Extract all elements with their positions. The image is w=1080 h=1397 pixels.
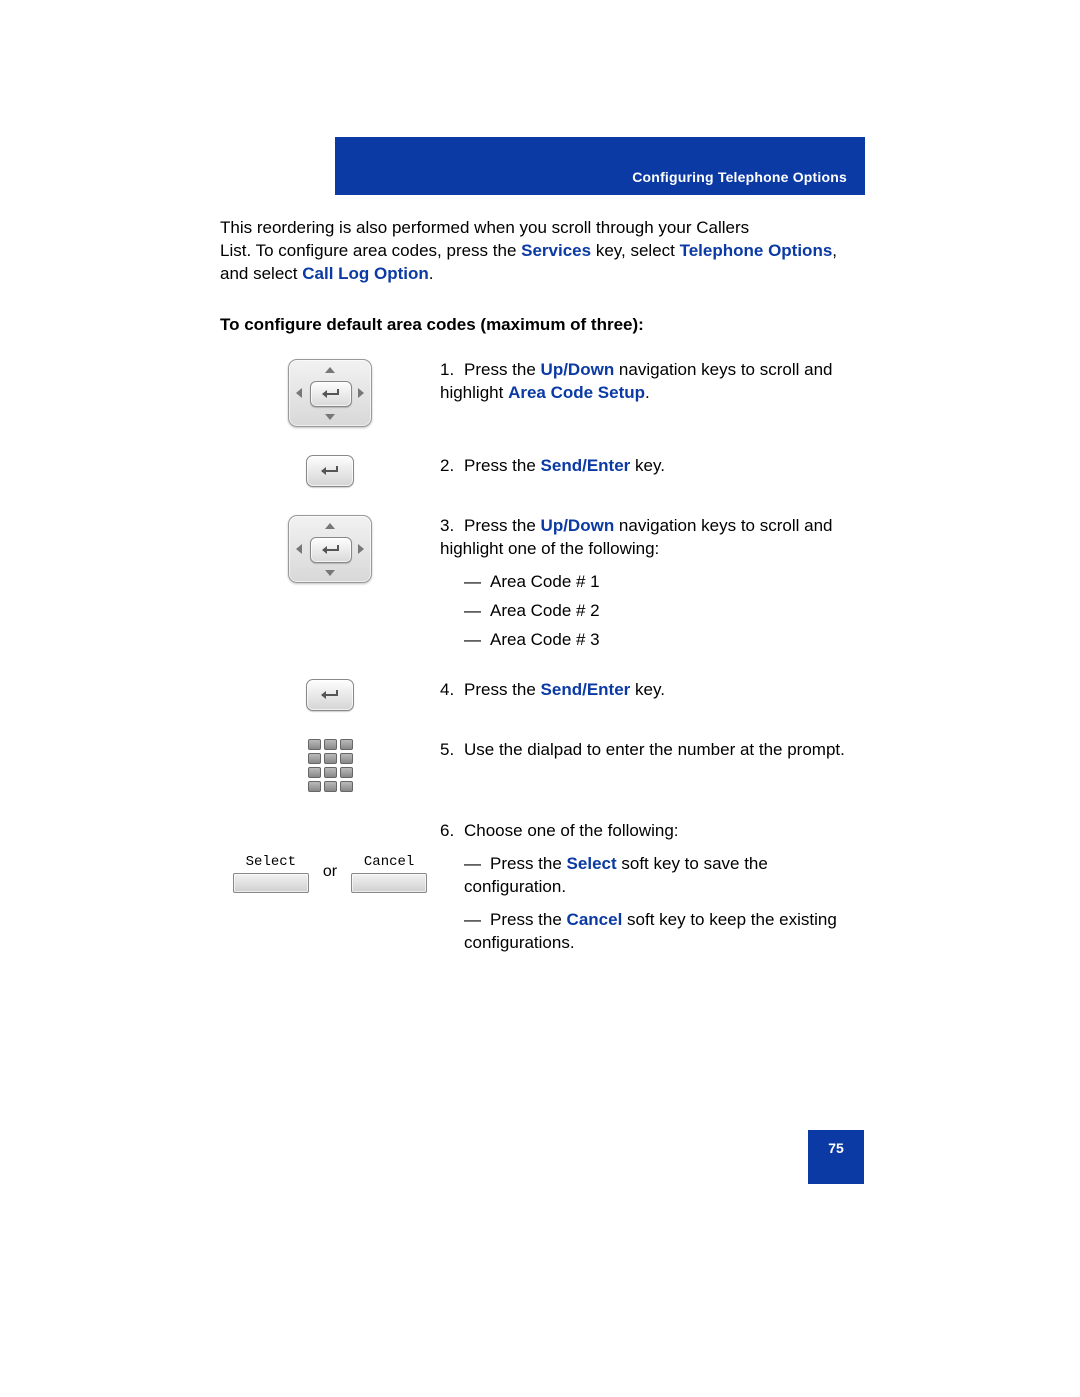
step-1-text: 1.Press the Up/Down navigation keys to s…	[440, 359, 860, 405]
up-down-label: Up/Down	[541, 360, 615, 379]
step-4-text: 4.Press the Send/Enter key.	[440, 679, 860, 702]
step-text: Press the	[464, 516, 541, 535]
step-text: Use the dialpad to enter the number at t…	[464, 740, 845, 759]
step-4-icon-col	[220, 679, 440, 711]
or-text: or	[323, 863, 337, 885]
dialpad-icon	[308, 739, 353, 792]
step-number: 4.	[440, 679, 464, 702]
intro-text: List. To configure area codes, press the	[220, 241, 521, 260]
select-label: Select	[567, 854, 617, 873]
call-log-option-label: Call Log Option	[302, 264, 429, 283]
step-6-icon-col: Select or Cancel	[220, 854, 440, 893]
softkey-label: Select	[246, 854, 296, 870]
send-enter-label: Send/Enter	[541, 456, 631, 475]
step-number: 1.	[440, 359, 464, 382]
softkeys-icon: Select or Cancel	[233, 854, 427, 893]
nav-pad-icon	[288, 515, 372, 583]
step-text: .	[645, 383, 650, 402]
cancel-label: Cancel	[567, 910, 623, 929]
step-5-row: 5.Use the dialpad to enter the number at…	[220, 739, 860, 792]
services-key-label: Services	[521, 241, 591, 260]
send-enter-label: Send/Enter	[541, 680, 631, 699]
step-text: key.	[630, 680, 665, 699]
document-page: Configuring Telephone Options This reord…	[0, 0, 1080, 1397]
cancel-softkey-icon: Cancel	[351, 854, 427, 893]
step-1-row: 1.Press the Up/Down navigation keys to s…	[220, 359, 860, 427]
step-3-text: 3.Press the Up/Down navigation keys to s…	[440, 515, 860, 652]
list-item: —Area Code # 2	[440, 600, 860, 623]
option-text: Area Code # 2	[490, 601, 600, 620]
step-6-row: Select or Cancel 6.Choose one of the fol…	[220, 820, 860, 955]
step-text: Press the	[464, 456, 541, 475]
list-item: —Area Code # 1	[440, 571, 860, 594]
step-number: 6.	[440, 820, 464, 843]
step-3-icon-col	[220, 515, 440, 583]
steps-container: 1.Press the Up/Down navigation keys to s…	[220, 359, 860, 955]
step-1-icon-col	[220, 359, 440, 427]
step-text: Press the	[464, 360, 541, 379]
list-item: —Area Code # 3	[440, 629, 860, 652]
option-text: Area Code # 1	[490, 572, 600, 591]
step-number: 3.	[440, 515, 464, 538]
header-title: Configuring Telephone Options	[632, 169, 847, 185]
option-text: Area Code # 3	[490, 630, 600, 649]
intro-paragraph: This reordering is also performed when y…	[220, 217, 860, 286]
select-softkey-icon: Select	[233, 854, 309, 893]
list-item: —Press the Select soft key to save the c…	[440, 853, 860, 899]
section-heading: To configure default area codes (maximum…	[220, 314, 860, 337]
step-text: Press the	[490, 910, 567, 929]
content-area: This reordering is also performed when y…	[220, 217, 860, 955]
step-2-row: 2.Press the Send/Enter key.	[220, 455, 860, 487]
intro-text: key, select	[591, 241, 680, 260]
step-4-row: 4.Press the Send/Enter key.	[220, 679, 860, 711]
up-down-label: Up/Down	[541, 516, 615, 535]
step-2-icon-col	[220, 455, 440, 487]
page-number-band: 75	[808, 1130, 864, 1184]
intro-text: .	[429, 264, 434, 283]
step-text: Choose one of the following:	[464, 821, 679, 840]
list-item: —Press the Cancel soft key to keep the e…	[440, 909, 860, 955]
step-text: Press the	[464, 680, 541, 699]
step-text: key.	[630, 456, 665, 475]
step-number: 2.	[440, 455, 464, 478]
step-3-row: 3.Press the Up/Down navigation keys to s…	[220, 515, 860, 652]
nav-pad-icon	[288, 359, 372, 427]
softkey-label: Cancel	[364, 854, 414, 870]
page-number: 75	[828, 1140, 844, 1156]
intro-text: This reordering is also performed when y…	[220, 218, 749, 237]
telephone-options-label: Telephone Options	[680, 241, 833, 260]
step-text: Press the	[490, 854, 567, 873]
step-2-text: 2.Press the Send/Enter key.	[440, 455, 860, 478]
area-code-setup-label: Area Code Setup	[508, 383, 645, 402]
step-6-text: 6.Choose one of the following: —Press th…	[440, 820, 860, 955]
step-5-text: 5.Use the dialpad to enter the number at…	[440, 739, 860, 762]
header-band: Configuring Telephone Options	[335, 137, 865, 195]
step-5-icon-col	[220, 739, 440, 792]
enter-button-icon	[306, 455, 354, 487]
enter-button-icon	[306, 679, 354, 711]
step-number: 5.	[440, 739, 464, 762]
